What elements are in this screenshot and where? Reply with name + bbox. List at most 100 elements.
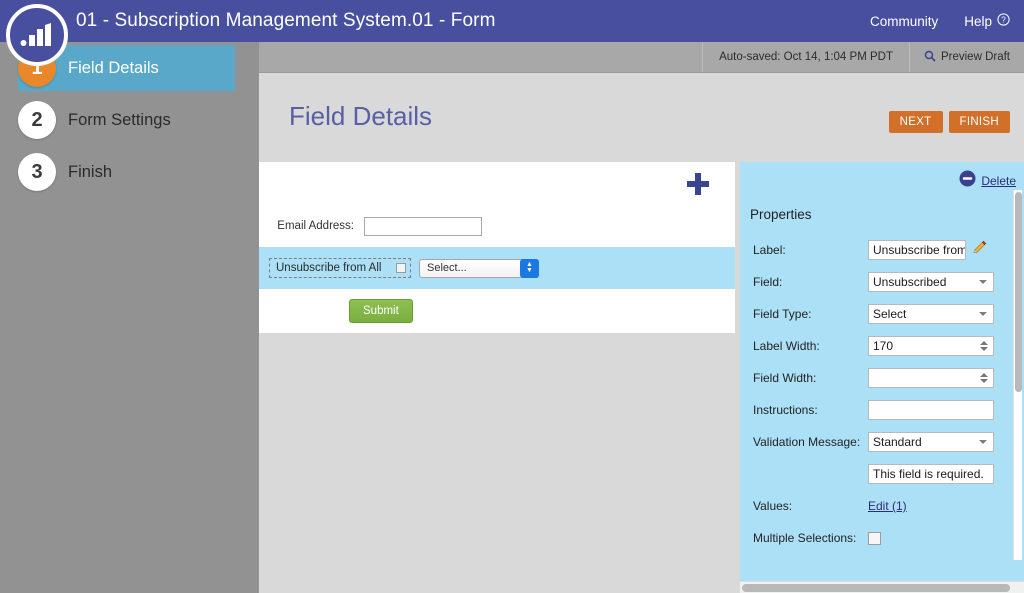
top-bar: 01 - Subscription Management System.01 -… [0,0,1024,42]
property-row-values: Values: Edit (1) [740,490,1008,522]
scrollbar-thumb[interactable] [742,584,1010,592]
properties-title: Properties [750,207,812,222]
toolbar-spacer [259,42,702,72]
svg-text:?: ? [1001,16,1006,25]
validation-message-value: Standard [873,435,922,449]
chevron-down-icon [979,312,987,316]
field-type-select[interactable]: Select [868,304,994,324]
form-row-unsubscribe[interactable]: Unsubscribe from All Select... ▲▼ [259,247,735,289]
validation-message-select[interactable]: Standard [868,432,994,452]
property-row-field-width: Field Width: [740,362,1008,394]
property-row-multiple-selections: Multiple Selections: [740,522,1008,554]
property-row-label: Label: Unsubscribe from [740,234,1008,266]
work-area: Email Address: Unsubscribe from All Sele… [259,162,1024,593]
property-label-instructions: Instructions: [753,403,868,417]
properties-fields: Label: Unsubscribe from [740,234,1008,554]
property-label-validation-message: Validation Message: [753,435,868,449]
stepper-arrows-icon[interactable] [980,373,988,383]
autosave-status: Auto-saved: Oct 14, 1:04 PM PDT [702,42,909,72]
unsubscribe-label-box[interactable]: Unsubscribe from All [269,258,411,278]
form-canvas: Email Address: Unsubscribe from All Sele… [259,162,740,593]
email-field-label: Email Address: [269,220,364,232]
form-row-email[interactable]: Email Address: [259,205,735,247]
chevron-down-icon [979,440,987,444]
canvas-top-row [259,162,735,205]
sidebar-step-form-settings[interactable]: 2 Form Settings [0,94,259,146]
values-edit-link[interactable]: Edit (1) [868,499,907,513]
form-submit-row: Submit [259,289,735,333]
content-area: Auto-saved: Oct 14, 1:04 PM PDT Preview … [259,42,1024,593]
search-icon [924,50,936,65]
add-field-plus-icon[interactable] [685,171,711,202]
property-label-label: Label: [753,243,868,257]
preview-draft-button[interactable]: Preview Draft [909,42,1024,72]
app-title: 01 - Subscription Management System.01 -… [76,10,496,32]
properties-header: Delete [740,162,1024,194]
next-button[interactable]: NEXT [889,111,943,133]
label-width-stepper[interactable]: 170 [868,336,994,356]
field-select[interactable]: Unsubscribed [868,272,994,292]
field-width-stepper[interactable] [868,368,994,388]
property-row-field-type: Field Type: Select [740,298,1008,330]
label-text-input[interactable]: Unsubscribe from [868,240,966,260]
submit-button[interactable]: Submit [349,299,413,323]
unsubscribe-field-label: Unsubscribe from All [276,262,381,274]
unsubscribe-required-checkbox[interactable] [396,263,406,273]
question-circle-icon: ? [997,13,1010,29]
property-row-field: Field: Unsubscribed [740,266,1008,298]
multiple-selections-checkbox[interactable] [868,532,881,545]
minus-circle-icon [959,170,976,192]
stepper-arrows-icon[interactable] [980,341,988,351]
step-label-2: Form Settings [68,111,171,130]
property-label-field: Field: [753,275,868,289]
bar-chart-logo-icon [6,4,68,66]
property-label-label-width: Label Width: [753,339,868,353]
wizard-sidebar: 1 Field Details 2 Form Settings 3 Finish [0,42,259,593]
sub-toolbar: Auto-saved: Oct 14, 1:04 PM PDT Preview … [259,42,1024,73]
field-type-select-value: Select [873,307,906,321]
scrollbar-thumb[interactable] [1015,192,1022,392]
label-width-value: 170 [873,339,893,353]
properties-horizontal-scrollbar[interactable] [740,581,1024,593]
property-label-values: Values: [753,499,868,513]
email-input[interactable] [364,217,482,236]
community-label: Community [870,14,938,29]
app-root: 01 - Subscription Management System.01 -… [0,0,1024,593]
property-row-validation-message: Validation Message: Standard [740,426,1008,458]
page-title: Field Details [289,101,432,132]
unsubscribe-select[interactable]: Select... ▲▼ [419,259,539,278]
property-label-multiple-selections: Multiple Selections: [753,531,868,545]
step-number-2: 2 [18,101,56,139]
validation-text-input[interactable]: This field is required. [868,464,994,484]
delete-field-button[interactable]: Delete [959,170,1016,192]
pencil-icon[interactable] [972,240,987,260]
preview-draft-label: Preview Draft [941,51,1010,63]
wizard-nav-buttons: NEXT FINISH [889,111,1010,133]
step-label-1: Field Details [68,59,159,78]
chevron-down-icon [979,280,987,284]
property-row-label-width: Label Width: 170 [740,330,1008,362]
field-select-value: Unsubscribed [873,275,946,289]
step-label-3: Finish [68,163,112,182]
property-row-instructions: Instructions: [740,394,1008,426]
select-stepper-icon: ▲▼ [520,259,539,278]
properties-vertical-scrollbar[interactable] [1013,190,1022,560]
topbar-links: Community Help ? [870,13,1010,29]
property-control-label: Unsubscribe from [868,240,987,260]
help-link[interactable]: Help ? [964,13,1010,29]
step-number-3: 3 [18,153,56,191]
property-label-field-type: Field Type: [753,307,868,321]
form-preview: Email Address: Unsubscribe from All Sele… [259,162,735,333]
delete-label: Delete [981,174,1016,188]
help-label: Help [964,14,992,29]
sidebar-step-finish[interactable]: 3 Finish [0,146,259,198]
property-row-validation-text: This field is required. [740,458,1008,490]
properties-panel: Delete Properties Label: Unsubscribe fro… [740,162,1024,593]
community-link[interactable]: Community [870,14,938,29]
instructions-input[interactable] [868,400,994,420]
property-label-field-width: Field Width: [753,371,868,385]
finish-button[interactable]: FINISH [949,111,1011,133]
app-logo[interactable] [6,4,68,66]
unsubscribe-select-value: Select... [427,262,467,274]
page-header: Field Details NEXT FINISH [259,73,1024,162]
